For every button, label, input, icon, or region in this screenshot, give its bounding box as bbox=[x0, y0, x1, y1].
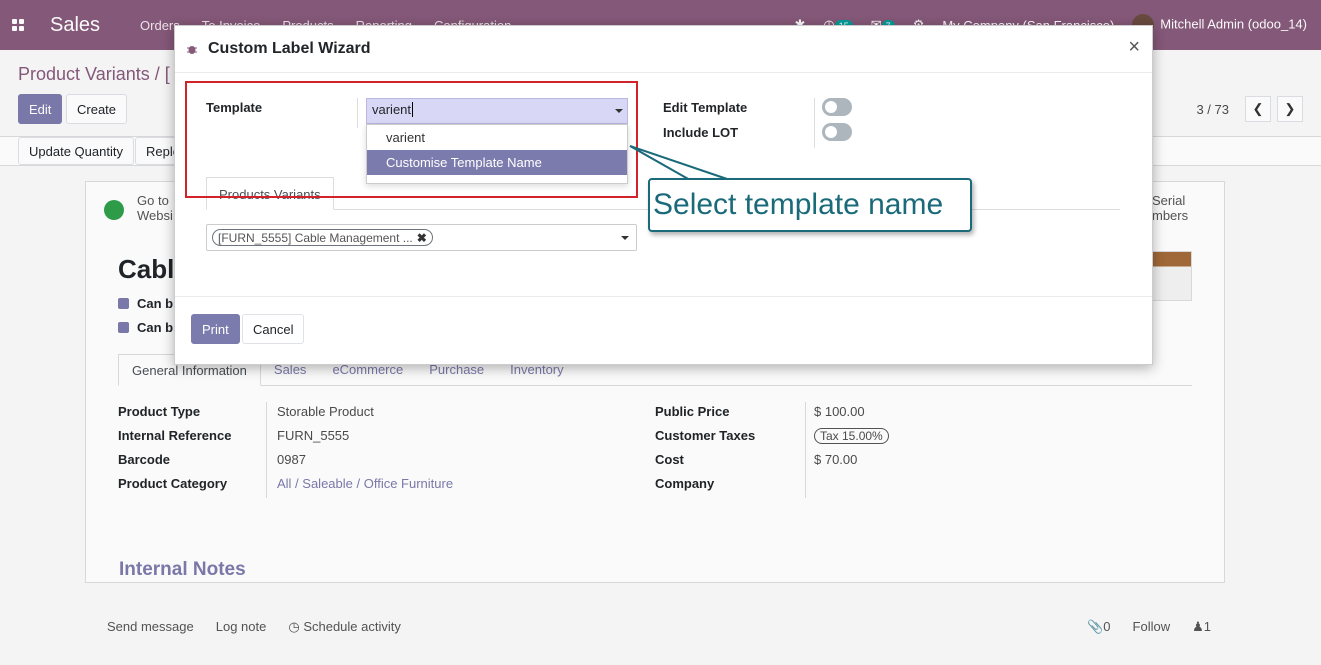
callout-annotation: Select template name bbox=[648, 178, 972, 232]
modal-header: Custom Label Wizard × bbox=[175, 26, 1152, 73]
close-icon[interactable]: × bbox=[1128, 36, 1140, 59]
cancel-button[interactable]: Cancel bbox=[242, 314, 305, 344]
chevron-down-icon[interactable] bbox=[621, 236, 629, 240]
products-variants-field[interactable]: [FURN_5555] Cable Management ... ✖ bbox=[206, 224, 637, 251]
print-button[interactable]: Print bbox=[191, 314, 240, 344]
include-lot-toggle[interactable] bbox=[822, 123, 852, 141]
bug-icon bbox=[187, 46, 197, 54]
modal-footer: Print Cancel bbox=[175, 296, 1152, 365]
include-lot-label: Include LOT bbox=[663, 125, 739, 140]
remove-tag-icon[interactable]: ✖ bbox=[417, 231, 427, 245]
product-tag: [FURN_5555] Cable Management ... ✖ bbox=[212, 229, 433, 246]
product-tag-label: [FURN_5555] Cable Management ... bbox=[218, 230, 413, 245]
callout-text: Select template name bbox=[653, 188, 944, 221]
edit-template-toggle[interactable] bbox=[822, 98, 852, 116]
field-divider bbox=[814, 98, 815, 148]
highlight-box bbox=[185, 81, 638, 198]
edit-template-label: Edit Template bbox=[663, 100, 748, 115]
modal-title: Custom Label Wizard bbox=[208, 40, 371, 57]
